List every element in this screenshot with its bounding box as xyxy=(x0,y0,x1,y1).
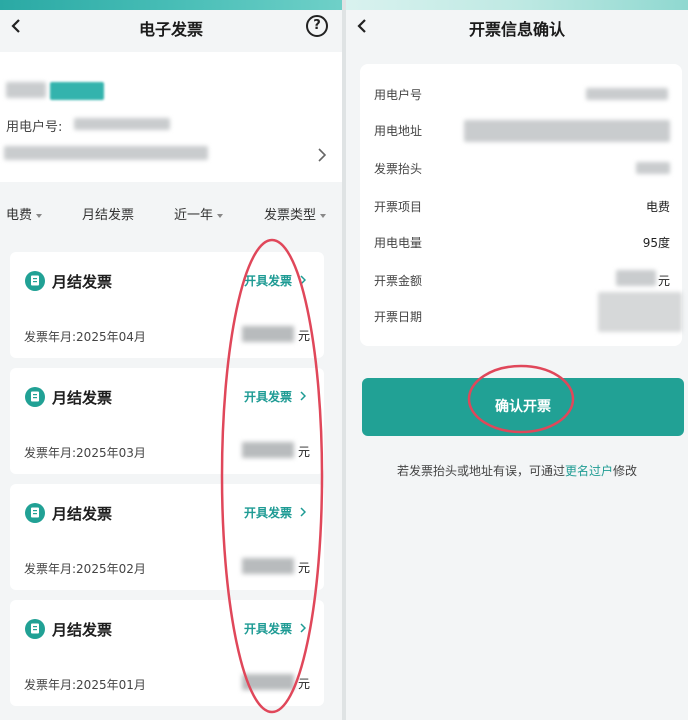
issue-invoice-link[interactable]: 开具发票 xyxy=(244,504,292,521)
rename-transfer-link[interactable]: 更名过户 xyxy=(565,464,613,478)
filter-bar: 电费 月结发票 近一年 发票类型 xyxy=(0,196,342,230)
invoice-icon xyxy=(25,503,45,523)
status-strip xyxy=(0,0,342,10)
user-number-label: 用电户号: xyxy=(6,120,63,135)
invoice-amount-redacted xyxy=(242,674,294,690)
info-label-item: 开票项目 xyxy=(374,200,423,214)
info-label-consumption: 用电电量 xyxy=(374,236,423,250)
caret-down-icon xyxy=(217,213,224,218)
info-label-date: 开票日期 xyxy=(374,310,423,324)
invoice-title-redacted xyxy=(636,162,670,174)
invoice-card[interactable]: 月结发票 开具发票 发票年月:2025年03月 元 xyxy=(10,368,324,474)
invoice-title: 月结发票 xyxy=(52,505,113,523)
invoice-period: 发票年月:2025年01月 xyxy=(24,678,146,692)
filter-label: 电费 xyxy=(6,208,33,223)
currency-unit: 元 xyxy=(298,561,311,575)
filter-label: 发票类型 xyxy=(264,208,317,223)
invoice-title: 月结发票 xyxy=(52,621,113,639)
invoice-amount-redacted xyxy=(242,558,294,574)
help-icon[interactable]: ? xyxy=(306,15,328,37)
filter-monthly[interactable]: 月结发票 xyxy=(82,204,134,223)
notice-suffix: 修改 xyxy=(613,464,638,478)
invoice-title: 月结发票 xyxy=(52,273,113,291)
address-redacted xyxy=(4,146,208,160)
info-label-title: 发票抬头 xyxy=(374,162,423,176)
invoice-icon xyxy=(25,387,45,407)
info-label-address: 用电地址 xyxy=(374,124,423,138)
invoice-info-card: 用电户号 用电地址 发票抬头 开票项目 电费 用电电量 95度 开票金额 元 开… xyxy=(360,64,682,346)
invoice-period: 发票年月:2025年04月 xyxy=(24,330,146,344)
invoice-date-redacted xyxy=(598,292,682,332)
invoice-icon xyxy=(25,271,45,291)
info-label-amount: 开票金额 xyxy=(374,274,423,288)
invoice-confirm-screen: 开票信息确认 用电户号 用电地址 发票抬头 开票项目 电费 用电电量 95度 开… xyxy=(346,0,688,720)
caret-down-icon xyxy=(36,213,43,218)
filter-fee-type[interactable]: 电费 xyxy=(6,204,43,223)
invoice-card[interactable]: 月结发票 开具发票 发票年月:2025年02月 元 xyxy=(10,484,324,590)
user-number-redacted xyxy=(74,118,170,130)
invoice-list-screen: 电子发票 ? 用电户号: 电费 月结发票 近一年 发票类型 月结发票 开具发票 … xyxy=(0,0,342,720)
page-title: 开票信息确认 xyxy=(468,20,565,39)
chevron-right-icon[interactable] xyxy=(300,391,306,401)
chevron-right-icon[interactable] xyxy=(318,148,326,162)
caret-down-icon xyxy=(320,213,327,218)
issue-invoice-link[interactable]: 开具发票 xyxy=(244,620,292,637)
chevron-right-icon[interactable] xyxy=(300,275,306,285)
invoice-amount-redacted xyxy=(616,270,656,286)
notice-prefix: 若发票抬头或地址有误，可通过 xyxy=(396,464,565,478)
account-tag-redacted xyxy=(50,82,104,100)
filter-label: 近一年 xyxy=(174,208,214,223)
info-label-user-number: 用电户号 xyxy=(374,88,423,102)
invoice-icon xyxy=(25,619,45,639)
notice-text: 若发票抬头或地址有误，可通过更名过户修改 xyxy=(346,462,688,479)
invoice-period: 发票年月:2025年03月 xyxy=(24,446,146,460)
currency-unit: 元 xyxy=(298,445,311,459)
address-redacted xyxy=(464,120,670,142)
nav-bar: 电子发票 ? xyxy=(0,10,342,48)
user-number-redacted xyxy=(586,88,668,100)
chevron-right-icon[interactable] xyxy=(300,507,306,517)
page-title: 电子发票 xyxy=(138,20,203,39)
info-value-amount: 元 xyxy=(657,274,670,288)
currency-unit: 元 xyxy=(298,329,311,343)
account-name-redacted xyxy=(6,82,46,98)
invoice-card[interactable]: 月结发票 开具发票 发票年月:2025年01月 元 xyxy=(10,600,324,706)
invoice-title: 月结发票 xyxy=(52,389,113,407)
chevron-right-icon[interactable] xyxy=(300,623,306,633)
filter-label: 月结发票 xyxy=(82,208,135,223)
invoice-amount-redacted xyxy=(242,442,294,458)
info-value-item: 电费 xyxy=(645,200,670,214)
invoice-period: 发票年月:2025年02月 xyxy=(24,562,146,576)
info-value-consumption: 95度 xyxy=(642,236,670,250)
status-strip xyxy=(346,0,688,10)
issue-invoice-link[interactable]: 开具发票 xyxy=(244,388,292,405)
currency-unit: 元 xyxy=(298,677,311,691)
invoice-card[interactable]: 月结发票 开具发票 发票年月:2025年04月 元 xyxy=(10,252,324,358)
account-card[interactable]: 用电户号: xyxy=(0,52,342,182)
issue-invoice-link[interactable]: 开具发票 xyxy=(244,272,292,289)
confirm-invoice-button[interactable]: 确认开票 xyxy=(362,378,684,436)
nav-bar: 开票信息确认 xyxy=(346,10,688,48)
filter-period[interactable]: 近一年 xyxy=(174,204,224,223)
invoice-amount-redacted xyxy=(242,326,294,342)
filter-invoice-type[interactable]: 发票类型 xyxy=(264,204,327,223)
